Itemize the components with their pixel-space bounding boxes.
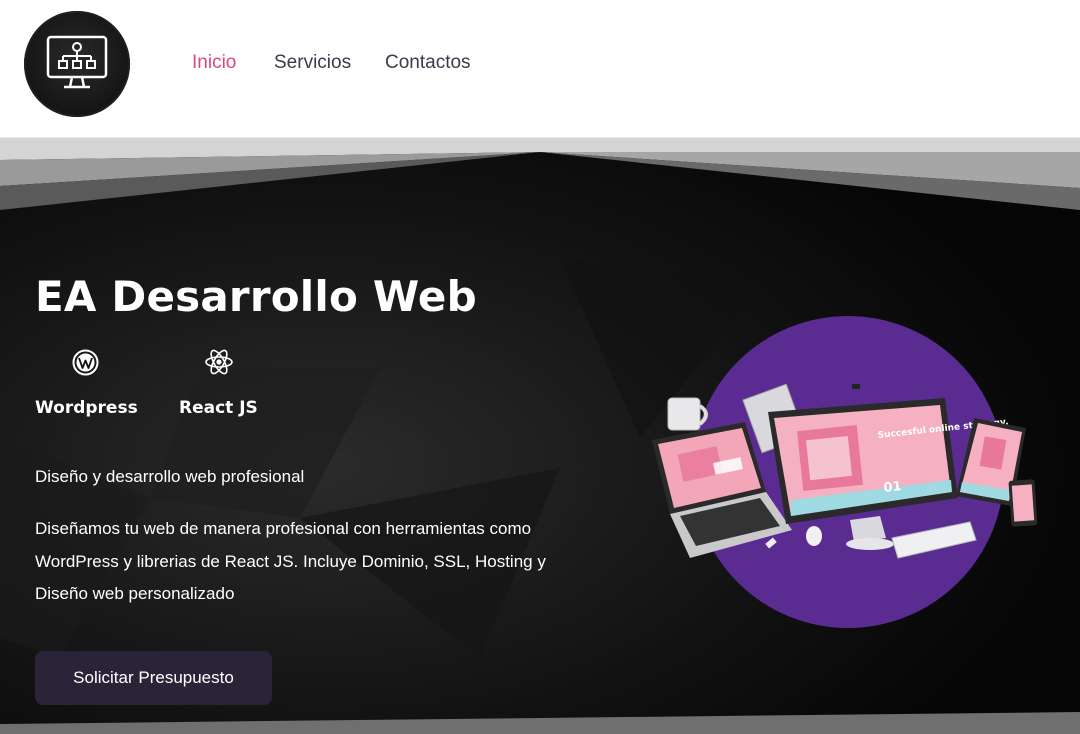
tech-label-wordpress: Wordpress: [35, 398, 138, 418]
wordpress-icon: [72, 349, 99, 376]
nav-link-inicio[interactable]: Inicio: [192, 52, 236, 74]
usb-stick-icon: [852, 384, 860, 389]
hero-subtitle: Diseño y desarrollo web profesional: [35, 467, 305, 486]
mouse-icon: [806, 526, 822, 546]
request-quote-button[interactable]: Solicitar Presupuesto: [35, 651, 272, 705]
devices-illustration: Succesful online strategy. 01: [652, 316, 1038, 628]
hero-description: Diseñamos tu web de manera profesional c…: [35, 519, 546, 603]
mug-icon: [667, 397, 708, 431]
site-logo[interactable]: [24, 11, 130, 117]
phone-icon: [1008, 479, 1038, 527]
hero-title: EA Desarrollo Web: [35, 272, 477, 321]
screen-number: 01: [883, 479, 903, 496]
computer-sitemap-icon: [46, 35, 108, 89]
react-icon: [205, 349, 233, 375]
nav-link-servicios[interactable]: Servicios: [274, 52, 351, 74]
tech-label-react: React JS: [179, 398, 258, 418]
nav-link-contactos[interactable]: Contactos: [385, 52, 471, 74]
site-header: Inicio Servicios Contactos: [0, 0, 1080, 138]
